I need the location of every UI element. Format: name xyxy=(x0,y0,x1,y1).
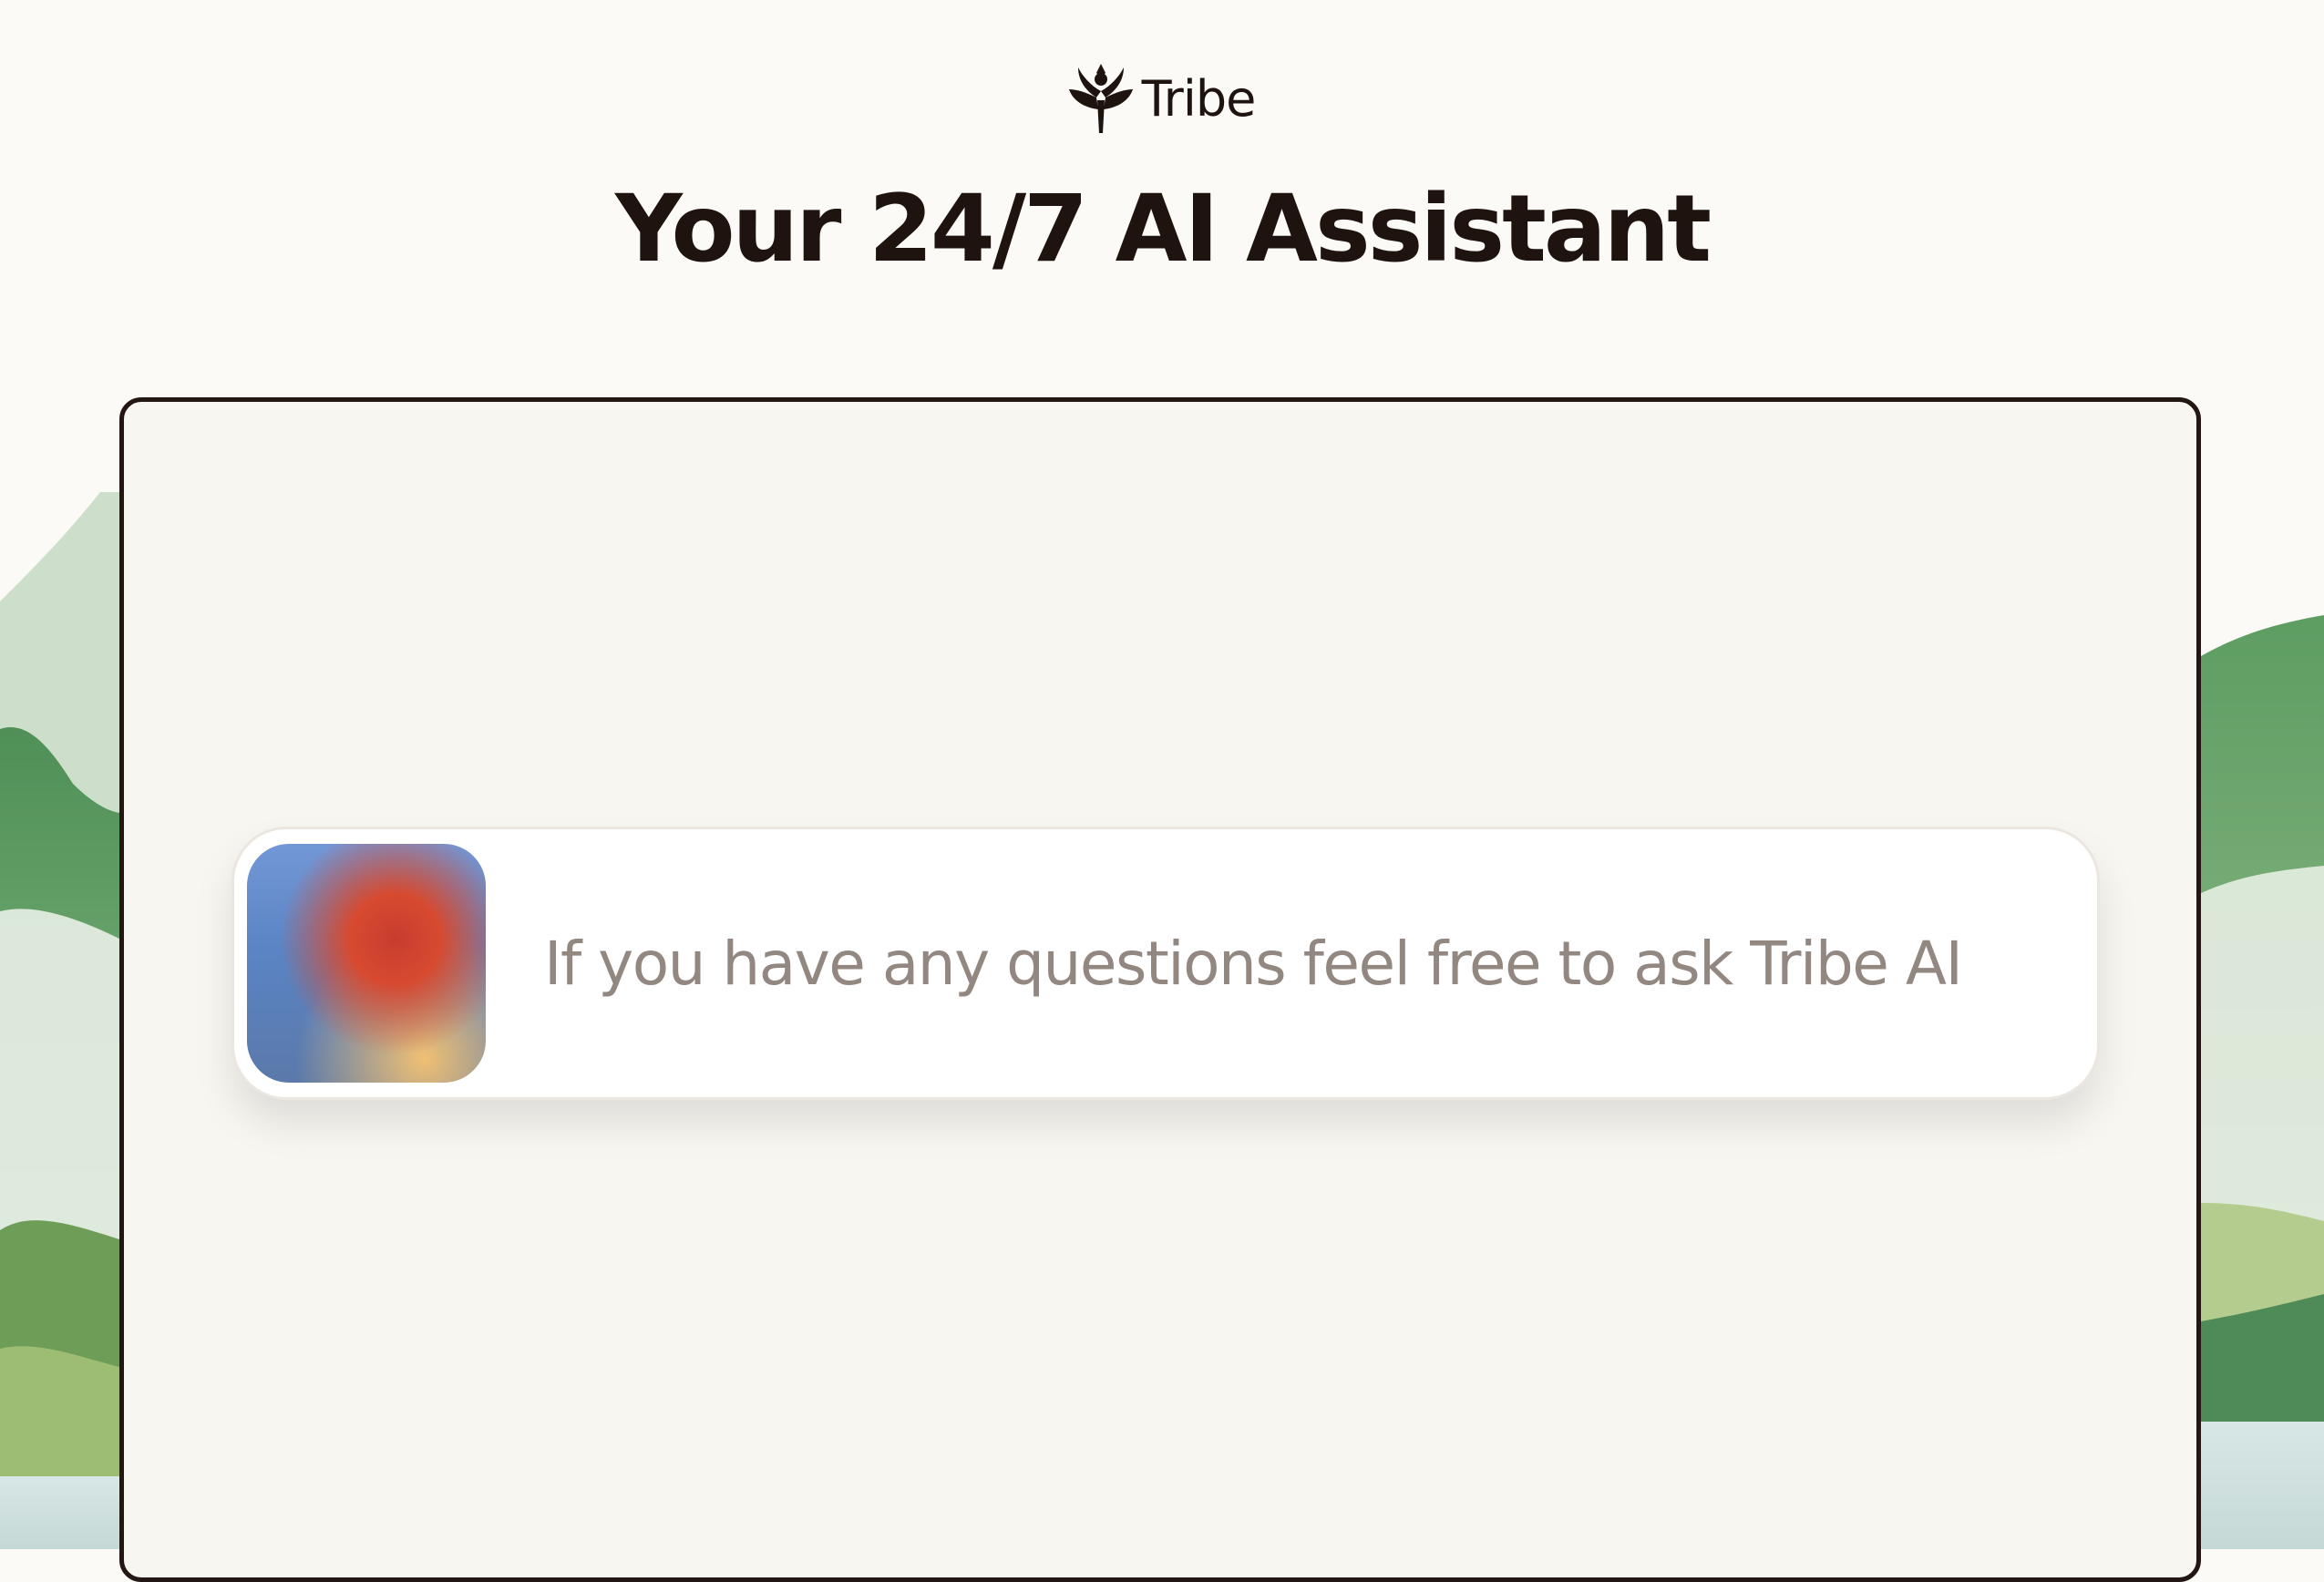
chat-prompt-text: If you have any questions feel free to a… xyxy=(544,928,1963,999)
assistant-avatar xyxy=(247,844,486,1083)
chat-prompt-bar[interactable]: If you have any questions feel free to a… xyxy=(231,827,2100,1100)
brand-name: Tribe xyxy=(1141,69,1257,128)
tribe-lotus-logo-icon xyxy=(1068,64,1133,133)
page-title: Your 24/7 AI Assistant xyxy=(614,175,1712,283)
chat-panel: If you have any questions feel free to a… xyxy=(119,397,2201,1582)
brand-header[interactable]: Tribe xyxy=(0,64,2324,133)
